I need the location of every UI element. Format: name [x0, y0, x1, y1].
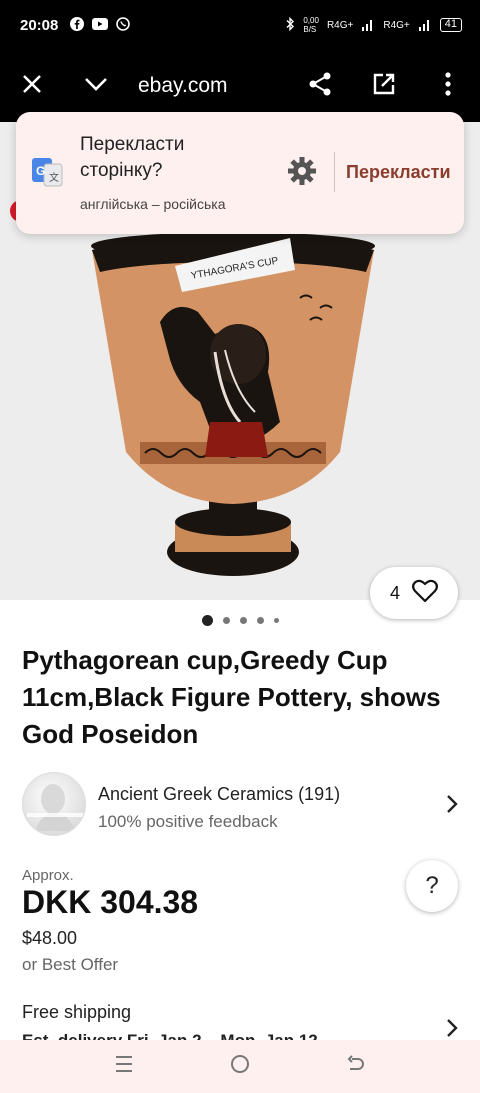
signal-bars-icon [418, 17, 432, 34]
signal-1: R4G+ [326, 19, 354, 31]
price-usd: $48.00 [22, 928, 78, 948]
page: 20:08 0,00 B/S R4G+ R4G+ 41 ebay.com YTH… [0, 0, 480, 1093]
signal-2: R4G+ [383, 19, 410, 31]
status-right: 0,00 B/S R4G+ R4G+ 41 [285, 16, 462, 34]
carousel-dot[interactable] [239, 617, 247, 624]
best-offer-label: or Best Offer [22, 955, 119, 974]
bluetooth-icon [285, 16, 295, 34]
status-time: 20:08 [20, 16, 59, 34]
translate-title: Перекласти сторінку? [80, 134, 185, 181]
system-nav-bar [0, 1040, 480, 1093]
heart-icon [412, 579, 438, 608]
translate-popup: G文 Перекласти сторінку? англійська – рос… [16, 112, 464, 234]
google-translate-icon: G文 [32, 156, 64, 193]
more-vertical-icon [445, 71, 451, 101]
help-button[interactable]: ? [406, 860, 458, 912]
facebook-icon [70, 16, 85, 34]
home-icon[interactable] [230, 1054, 250, 1079]
svg-text:G: G [36, 164, 45, 178]
recents-icon[interactable] [114, 1055, 134, 1078]
open-external-icon [372, 72, 396, 101]
watch-button[interactable]: 4 [370, 567, 458, 619]
gear-icon[interactable] [287, 156, 317, 191]
status-bar: 20:08 0,00 B/S R4G+ R4G+ 41 [0, 0, 480, 50]
translate-languages[interactable]: англійська – російська [80, 196, 226, 212]
chevron-right-icon [446, 794, 458, 819]
net-speed: 0,00 B/S [303, 16, 319, 34]
divider [334, 152, 335, 192]
carousel-dot[interactable] [273, 618, 279, 623]
svg-text:文: 文 [49, 171, 59, 184]
back-icon[interactable] [346, 1054, 366, 1079]
image-carousel-dots [0, 615, 480, 626]
price-local: DKK 304.38 [22, 884, 199, 920]
translate-button[interactable]: Перекласти [346, 162, 451, 183]
youtube-icon [92, 17, 109, 33]
seller-row[interactable]: Ancient Greek Ceramics (191) 100% positi… [22, 772, 462, 838]
chevron-down-icon [84, 77, 108, 96]
viber-icon [116, 16, 131, 34]
url-text[interactable]: ebay.com [128, 74, 288, 98]
listing-title: Pythagorean cup,Greedy Cup 11cm,Black Fi… [22, 645, 441, 749]
approx-label: Approx. [22, 867, 74, 884]
carousel-dot[interactable] [201, 615, 213, 626]
battery-indicator: 41 [439, 18, 462, 32]
carousel-dot[interactable] [256, 617, 264, 624]
seller-name[interactable]: Ancient Greek Ceramics (191) [98, 784, 340, 805]
close-icon [21, 73, 43, 100]
carousel-dot[interactable] [222, 617, 230, 624]
share-icon [307, 71, 333, 102]
shipping-label: Free shipping [22, 1002, 132, 1022]
seller-feedback: 100% positive feedback [98, 812, 278, 831]
seller-avatar [22, 772, 86, 836]
watch-count: 4 [389, 582, 400, 603]
signal-bars-icon [361, 17, 375, 34]
